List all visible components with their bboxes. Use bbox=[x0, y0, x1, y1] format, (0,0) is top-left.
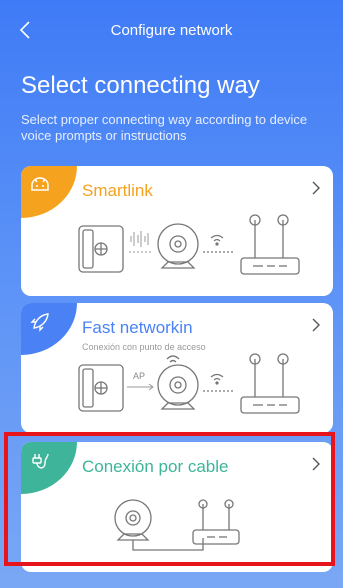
top-bar: Configure network bbox=[0, 0, 343, 62]
option-title: Fast networkin bbox=[82, 318, 193, 337]
ap-label: AP bbox=[133, 371, 145, 381]
phone-illustration bbox=[78, 364, 124, 412]
camera-illustration bbox=[157, 223, 199, 269]
camera-illustration bbox=[114, 499, 152, 541]
android-icon bbox=[31, 177, 49, 191]
section-description: Select proper connecting way according t… bbox=[21, 112, 308, 143]
chevron-right-icon bbox=[312, 457, 320, 471]
rocket-icon bbox=[30, 313, 49, 332]
section-heading: Select connecting way bbox=[21, 72, 260, 99]
router-illustration bbox=[240, 214, 300, 275]
option-title: Conexión por cable bbox=[82, 457, 229, 476]
option-cable-card[interactable]: Conexión por cable bbox=[21, 442, 333, 572]
chevron-right-icon bbox=[312, 181, 320, 195]
fast-network-diagram: AP bbox=[78, 353, 300, 414]
option-title: Smartlink bbox=[82, 181, 153, 200]
router-illustration bbox=[240, 353, 300, 414]
ethernet-plug-icon bbox=[32, 453, 49, 469]
wifi-icon bbox=[203, 373, 233, 392]
router-illustration bbox=[192, 499, 240, 545]
option-fast-network-card[interactable]: Fast networkin Conexión con punto de acc… bbox=[21, 303, 333, 433]
camera-illustration bbox=[157, 355, 199, 410]
phone-illustration bbox=[78, 225, 124, 273]
sound-wave-icon bbox=[129, 231, 151, 253]
smartlink-diagram bbox=[78, 214, 300, 275]
chevron-right-icon bbox=[312, 318, 320, 332]
wifi-icon bbox=[203, 234, 233, 253]
page-title: Configure network bbox=[110, 22, 233, 39]
option-smartlink-card[interactable]: Smartlink bbox=[21, 166, 333, 296]
cable-diagram bbox=[114, 499, 240, 551]
